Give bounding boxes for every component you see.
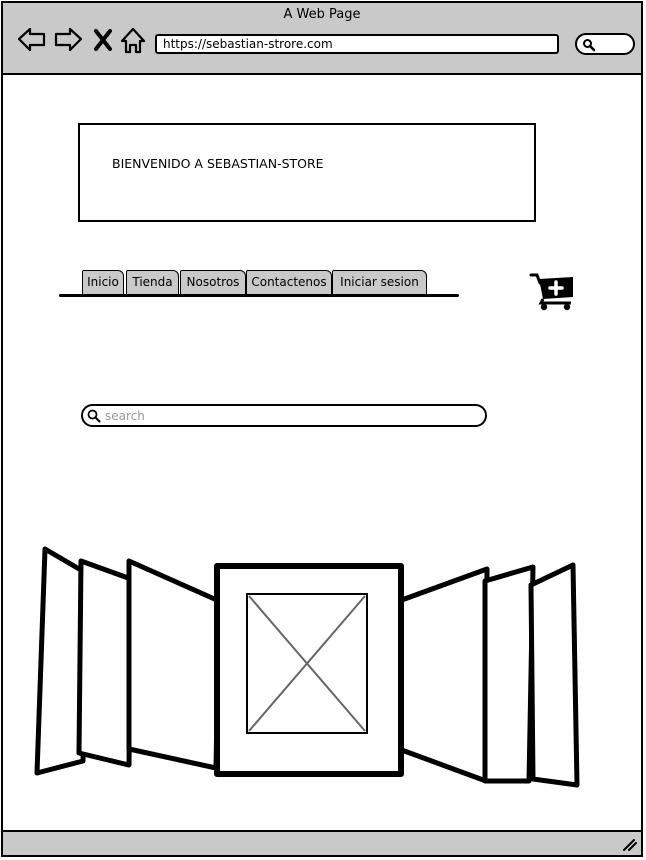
carousel-card-left-1[interactable] (126, 558, 222, 771)
tab-nosotros[interactable]: Nosotros (180, 270, 246, 294)
browser-search-field[interactable] (575, 33, 635, 55)
search-icon (583, 39, 596, 52)
home-button[interactable] (119, 25, 149, 55)
carousel-card-left-2[interactable] (76, 558, 134, 768)
carousel-card-right-3[interactable] (528, 562, 580, 788)
browser-toolbar: A Web Page https://sebastian-strore.com (3, 3, 641, 75)
window-title: A Web Page (283, 7, 361, 22)
browser-window: A Web Page https://sebastian-strore.com (1, 1, 643, 857)
welcome-banner: BIENVENIDO A SEBASTIAN-STORE (78, 123, 536, 222)
close-icon (94, 29, 112, 51)
carousel-card-right-1[interactable] (396, 566, 490, 784)
welcome-text: BIENVENIDO A SEBASTIAN-STORE (112, 156, 324, 171)
nav-tabs: Inicio Tienda Nosotros Contactenos Inici… (59, 269, 461, 303)
tab-iniciar-sesion[interactable]: Iniciar sesion (332, 270, 427, 294)
back-button[interactable] (17, 25, 47, 55)
forward-button[interactable] (53, 25, 83, 55)
forward-arrow-icon (54, 27, 83, 52)
resize-grip-icon[interactable] (621, 837, 637, 851)
search-input[interactable] (105, 407, 475, 424)
tab-tienda[interactable]: Tienda (126, 270, 179, 294)
image-carousel (31, 543, 587, 793)
tabs-baseline (59, 294, 459, 297)
url-bar[interactable]: https://sebastian-strore.com (155, 34, 559, 54)
status-bar (3, 830, 641, 855)
cart-plus-icon (529, 273, 573, 311)
tab-contactenos[interactable]: Contactenos (246, 270, 332, 294)
search-box[interactable] (81, 404, 487, 427)
back-arrow-icon (17, 27, 46, 52)
image-placeholder-icon (246, 593, 368, 734)
carousel-card-right-2[interactable] (482, 564, 536, 784)
search-icon (87, 409, 101, 423)
cart-button[interactable] (529, 271, 577, 313)
stop-button[interactable] (91, 25, 115, 55)
tab-inicio[interactable]: Inicio (82, 270, 124, 294)
home-icon (120, 27, 146, 54)
